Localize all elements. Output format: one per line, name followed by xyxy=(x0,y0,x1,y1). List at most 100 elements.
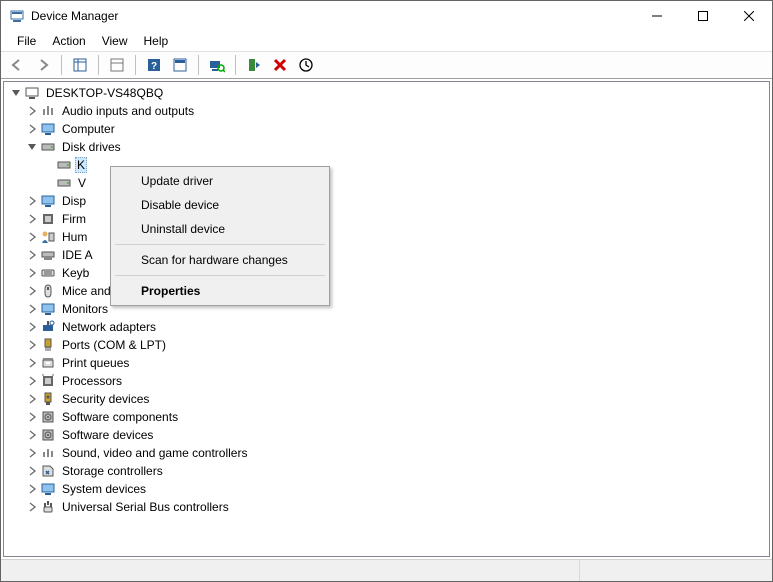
minimize-button[interactable] xyxy=(634,1,680,31)
update-driver-button[interactable] xyxy=(294,53,318,77)
tree-item[interactable]: Universal Serial Bus controllers xyxy=(8,498,769,516)
category-icon xyxy=(40,499,56,515)
tree-item[interactable]: Computer xyxy=(8,120,769,138)
tree-item[interactable]: Audio inputs and outputs xyxy=(8,102,769,120)
toolbar-separator xyxy=(198,55,199,75)
tree-item-label: Storage controllers xyxy=(60,464,165,478)
expand-icon[interactable] xyxy=(24,463,40,479)
category-icon xyxy=(40,193,56,209)
tree-item-label: Hum xyxy=(60,230,89,244)
tree-item-label: Disp xyxy=(60,194,88,208)
expand-icon[interactable] xyxy=(24,283,40,299)
maximize-button[interactable] xyxy=(680,1,726,31)
tree-item-label: Universal Serial Bus controllers xyxy=(60,500,231,514)
tree-root-row[interactable]: DESKTOP-VS48QBQ xyxy=(8,84,769,102)
app-icon xyxy=(9,8,25,24)
tree-item-label: System devices xyxy=(60,482,148,496)
expand-icon[interactable] xyxy=(24,247,40,263)
collapse-icon[interactable] xyxy=(24,139,40,155)
collapse-icon[interactable] xyxy=(8,85,24,101)
toolbar-separator xyxy=(98,55,99,75)
svg-text:?: ? xyxy=(151,61,157,72)
toolbar-separator xyxy=(135,55,136,75)
statusbar xyxy=(1,559,772,581)
tree-item[interactable]: Software components xyxy=(8,408,769,426)
category-icon xyxy=(40,463,56,479)
menubar: File Action View Help xyxy=(1,31,772,51)
expand-icon[interactable] xyxy=(24,211,40,227)
tree-item-label: Sound, video and game controllers xyxy=(60,446,249,460)
tree-item[interactable]: Software devices xyxy=(8,426,769,444)
tree-item[interactable]: Processors xyxy=(8,372,769,390)
expand-icon[interactable] xyxy=(24,229,40,245)
tree-item[interactable]: Disk drives xyxy=(8,138,769,156)
expand-icon[interactable] xyxy=(24,445,40,461)
computer-icon xyxy=(24,85,40,101)
tree-item-label: Software devices xyxy=(60,428,155,442)
expand-icon[interactable] xyxy=(24,355,40,371)
category-icon xyxy=(40,247,56,263)
tree-item[interactable]: Sound, video and game controllers xyxy=(8,444,769,462)
tree-item-label: Monitors xyxy=(60,302,110,316)
ctx-disable-device[interactable]: Disable device xyxy=(113,193,327,217)
uninstall-device-button[interactable] xyxy=(268,53,292,77)
show-hide-tree-button[interactable] xyxy=(68,53,92,77)
expand-icon[interactable] xyxy=(24,121,40,137)
category-icon xyxy=(40,319,56,335)
tree-item-label: Firm xyxy=(60,212,88,226)
tree-item[interactable]: Network adapters xyxy=(8,318,769,336)
tree-item[interactable]: Ports (COM & LPT) xyxy=(8,336,769,354)
expand-icon[interactable] xyxy=(24,373,40,389)
ctx-uninstall-device[interactable]: Uninstall device xyxy=(113,217,327,241)
help-button[interactable]: ? xyxy=(142,53,166,77)
expand-icon[interactable] xyxy=(24,409,40,425)
tree-item[interactable]: Security devices xyxy=(8,390,769,408)
expand-icon[interactable] xyxy=(24,481,40,497)
action-icon-button[interactable] xyxy=(168,53,192,77)
tree-item[interactable]: Storage controllers xyxy=(8,462,769,480)
enable-device-button[interactable] xyxy=(242,53,266,77)
device-tree[interactable]: DESKTOP-VS48QBQ Audio inputs and outputs… xyxy=(3,81,770,557)
properties-button[interactable] xyxy=(105,53,129,77)
menu-help[interactable]: Help xyxy=(136,32,177,50)
status-cell xyxy=(1,560,579,581)
tree-item-label: IDE A xyxy=(60,248,95,262)
toolbar: ? xyxy=(1,51,772,79)
expand-icon[interactable] xyxy=(24,301,40,317)
expand-icon[interactable] xyxy=(24,391,40,407)
expand-icon[interactable] xyxy=(24,337,40,353)
tree-item-label: Processors xyxy=(60,374,124,388)
tree-item[interactable]: Print queues xyxy=(8,354,769,372)
ctx-update-driver[interactable]: Update driver xyxy=(113,169,327,193)
menu-view[interactable]: View xyxy=(94,32,136,50)
menu-action[interactable]: Action xyxy=(44,32,93,50)
expand-icon[interactable] xyxy=(24,193,40,209)
close-button[interactable] xyxy=(726,1,772,31)
device-manager-window: Device Manager File Action View Help xyxy=(0,0,773,582)
expand-icon[interactable] xyxy=(24,427,40,443)
tree-item-label: Ports (COM & LPT) xyxy=(60,338,168,352)
forward-button[interactable] xyxy=(31,53,55,77)
tree-item-label: Software components xyxy=(60,410,180,424)
tree-item-label: Security devices xyxy=(60,392,151,406)
expand-icon[interactable] xyxy=(24,103,40,119)
category-icon xyxy=(40,229,56,245)
ctx-separator xyxy=(115,275,325,276)
category-icon xyxy=(40,373,56,389)
menu-file[interactable]: File xyxy=(9,32,44,50)
ctx-properties[interactable]: Properties xyxy=(113,279,327,303)
disk-drive-icon xyxy=(56,175,72,191)
expand-icon[interactable] xyxy=(24,499,40,515)
context-menu: Update driver Disable device Uninstall d… xyxy=(110,166,330,306)
expand-icon[interactable] xyxy=(24,265,40,281)
ctx-scan-hardware[interactable]: Scan for hardware changes xyxy=(113,248,327,272)
scan-hardware-button[interactable] xyxy=(205,53,229,77)
tree-child-label: V xyxy=(76,176,88,190)
category-icon xyxy=(40,427,56,443)
toolbar-separator xyxy=(61,55,62,75)
status-cell xyxy=(579,560,773,581)
expand-icon[interactable] xyxy=(24,319,40,335)
back-button[interactable] xyxy=(5,53,29,77)
tree-item[interactable]: System devices xyxy=(8,480,769,498)
category-icon xyxy=(40,103,56,119)
